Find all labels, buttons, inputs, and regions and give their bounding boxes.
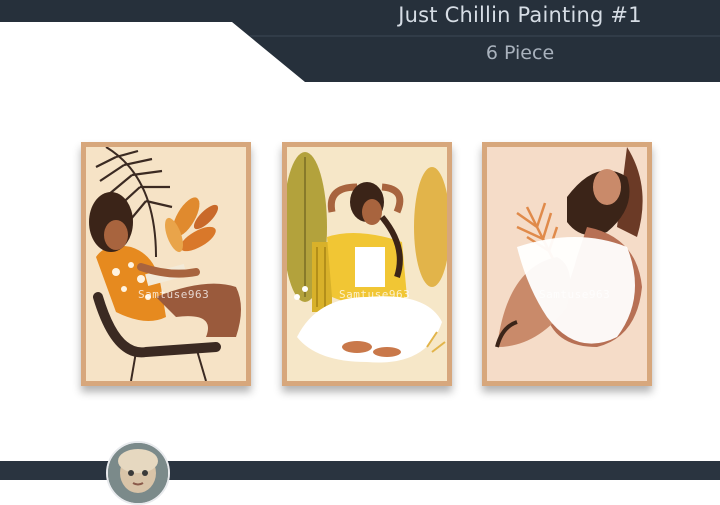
avatar-image [108,443,168,503]
header-banner: Just Chillin Painting #1 6 Piece [0,0,720,82]
painting-woman-relaxing [287,147,447,381]
watermark: Samtuse963 [138,288,210,301]
painting-woman-in-chair [86,147,246,381]
painting-frame-2[interactable]: Samtuse963 [282,142,452,386]
piece-count: 6 Piece [485,42,555,64]
painting-frame-1[interactable]: Samtuse963 [81,142,251,386]
watermark: Samtuse963 [339,288,411,301]
creator-avatar-icon[interactable] [106,441,170,505]
page-title: Just Chillin Painting #1 [398,3,642,27]
painting-woman-reclining [487,147,647,381]
watermark: Samtuse963 [539,288,611,301]
painting-frame-3[interactable]: Samtuse963 [482,142,652,386]
